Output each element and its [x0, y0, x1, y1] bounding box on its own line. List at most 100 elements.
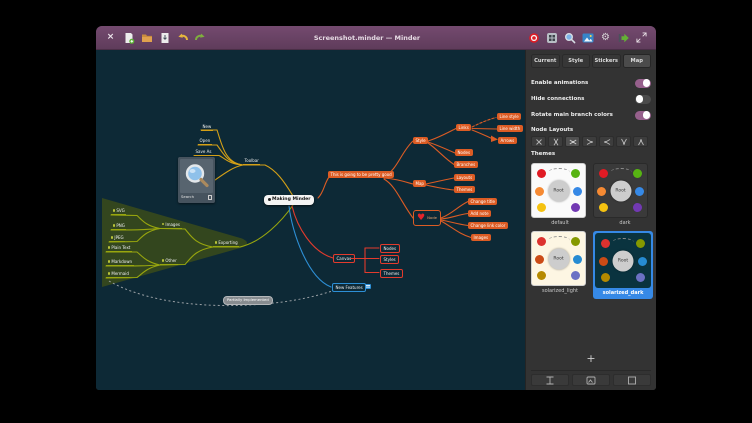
map-node-change-link-color[interactable]: Change link color — [468, 222, 508, 229]
map-node-toolbar[interactable]: Toolbar — [243, 158, 260, 165]
map-node-plain-text[interactable]: Plain Text — [106, 245, 132, 252]
image-frame-button[interactable] — [572, 374, 610, 386]
theme-solarized-dark[interactable]: Root solarized_dark — [593, 231, 653, 299]
sidebar-tabs: Current Style Stickers Map — [531, 54, 651, 68]
rotate-main-branch-colors-switch[interactable] — [635, 111, 651, 120]
sample-connection — [612, 238, 634, 247]
map-node-change-title[interactable]: Change title — [468, 198, 497, 205]
text-resize-button[interactable] — [531, 374, 569, 386]
map-node-search[interactable]: Search — [178, 157, 215, 203]
window-title: Screenshot.minder — Minder — [212, 34, 522, 42]
settings-button[interactable]: ⚙ — [599, 31, 612, 44]
map-node-canvas[interactable]: Canvas — [333, 254, 355, 263]
map-node-nodes[interactable]: Nodes — [455, 149, 473, 156]
frame-button[interactable] — [613, 374, 651, 386]
map-node-pretty-good[interactable]: This is going to be pretty good — [328, 171, 394, 178]
map-node-images2[interactable]: Images — [471, 234, 491, 241]
theme-solarized-light[interactable]: Root solarized_light — [531, 231, 589, 299]
hide-connections-switch[interactable] — [635, 95, 651, 104]
note-badge-icon — [365, 284, 371, 289]
open-folder-button[interactable] — [140, 31, 153, 44]
arrowhead — [491, 136, 498, 143]
layout-horizontal-button[interactable] — [565, 136, 580, 147]
map-node-mermaid[interactable]: Mermaid — [106, 271, 130, 278]
themes-grid: Root default — [531, 163, 651, 299]
mindmap-canvas[interactable]: Making Minder Toolbar New Open Save As S… — [96, 50, 525, 390]
map-node-add-note[interactable]: Add note — [468, 210, 491, 217]
map-node-branches[interactable]: Branches — [454, 161, 478, 168]
theme-default[interactable]: Root default — [531, 163, 589, 229]
map-node-canvas-nodes[interactable]: Nodes — [380, 244, 400, 253]
tab-current[interactable]: Current — [531, 54, 560, 68]
map-node-markdown[interactable]: Markdown — [106, 259, 134, 266]
tab-stickers[interactable]: Stickers — [592, 54, 621, 68]
hide-connections-row: Hide connections — [531, 95, 651, 104]
map-node-exporting[interactable]: Exporting — [213, 240, 239, 247]
layout-manual-button[interactable] — [531, 136, 546, 147]
layout-upwards-button[interactable] — [616, 136, 631, 147]
fullscreen-button[interactable] — [635, 31, 648, 44]
layout-vertical-button[interactable] — [548, 136, 563, 147]
gear-icon: ⚙ — [601, 33, 610, 43]
map-sidebar: Current Style Stickers Map Enable animat… — [525, 50, 656, 390]
import-document-icon — [159, 32, 171, 44]
export-icon — [618, 32, 630, 44]
map-node-png[interactable]: PNG — [111, 223, 126, 230]
image-icon — [582, 32, 594, 44]
map-node-canvas-styles[interactable]: Styles — [380, 255, 399, 264]
theme-dark[interactable]: Root dark — [593, 163, 656, 229]
new-document-icon — [123, 32, 135, 44]
map-node-style[interactable]: Style — [413, 137, 428, 144]
note-icon — [208, 195, 212, 200]
layout-to-left-button[interactable] — [582, 136, 597, 147]
redo-button[interactable] — [194, 31, 207, 44]
sample-connection — [548, 236, 570, 245]
map-node-node[interactable]: ♥ Node — [413, 210, 441, 226]
map-node-line-width[interactable]: Line width — [497, 125, 523, 132]
map-node-themes[interactable]: Themes — [454, 186, 475, 193]
map-node-images[interactable]: Images — [160, 222, 182, 229]
import-document-button[interactable] — [158, 31, 171, 44]
close-button[interactable]: × — [104, 31, 117, 44]
sidebar-footer — [531, 370, 651, 386]
sample-connection — [610, 168, 632, 177]
node-layouts-label: Node Layouts — [531, 127, 651, 133]
map-node-save-as[interactable]: Save As — [194, 149, 213, 156]
map-node-links[interactable]: Links — [456, 124, 471, 131]
tab-style[interactable]: Style — [562, 54, 591, 68]
image-export-button[interactable] — [581, 31, 594, 44]
undo-button[interactable] — [176, 31, 189, 44]
map-node-line-style[interactable]: Line style — [497, 113, 521, 120]
open-folder-icon — [141, 32, 153, 44]
map-node-map[interactable]: Map — [413, 180, 426, 187]
export-button[interactable] — [617, 31, 630, 44]
map-node-root[interactable]: Making Minder — [264, 195, 314, 205]
new-document-button[interactable] — [122, 31, 135, 44]
map-node-canvas-themes[interactable]: Themes — [380, 269, 403, 278]
layout-downwards-button[interactable] — [633, 136, 648, 147]
enable-animations-switch[interactable] — [635, 79, 651, 88]
text-resize-icon — [545, 376, 555, 385]
map-node-svg[interactable]: SVG — [111, 208, 126, 215]
theme-name-solarized-dark: solarized_dark — [595, 288, 651, 299]
enable-animations-row: Enable animations — [531, 79, 651, 88]
map-node-other[interactable]: Other — [160, 258, 178, 265]
task-dot-icon — [268, 198, 271, 201]
map-node-layouts[interactable]: Layouts — [454, 174, 475, 181]
map-node-jpeg[interactable]: JPEG — [109, 235, 125, 242]
map-node-open[interactable]: Open — [198, 138, 212, 145]
node-layouts-row — [531, 136, 651, 147]
magnifier-image — [180, 159, 213, 193]
zoom-button[interactable] — [563, 31, 576, 44]
desktop-background: × Screenshot.minder — Minder — [0, 0, 752, 423]
connection-title[interactable]: Partially Implemented — [223, 296, 273, 306]
stickers-button[interactable] — [545, 31, 558, 44]
map-node-new[interactable]: New — [201, 124, 213, 131]
tab-map[interactable]: Map — [623, 54, 652, 68]
map-node-new-features[interactable]: New Features — [332, 283, 366, 292]
focus-mode-button[interactable] — [527, 31, 540, 44]
branch-connectors — [96, 50, 525, 390]
add-theme-button[interactable]: + — [531, 350, 651, 370]
layout-to-right-button[interactable] — [599, 136, 614, 147]
map-node-arrows[interactable]: Arrows — [498, 137, 517, 144]
